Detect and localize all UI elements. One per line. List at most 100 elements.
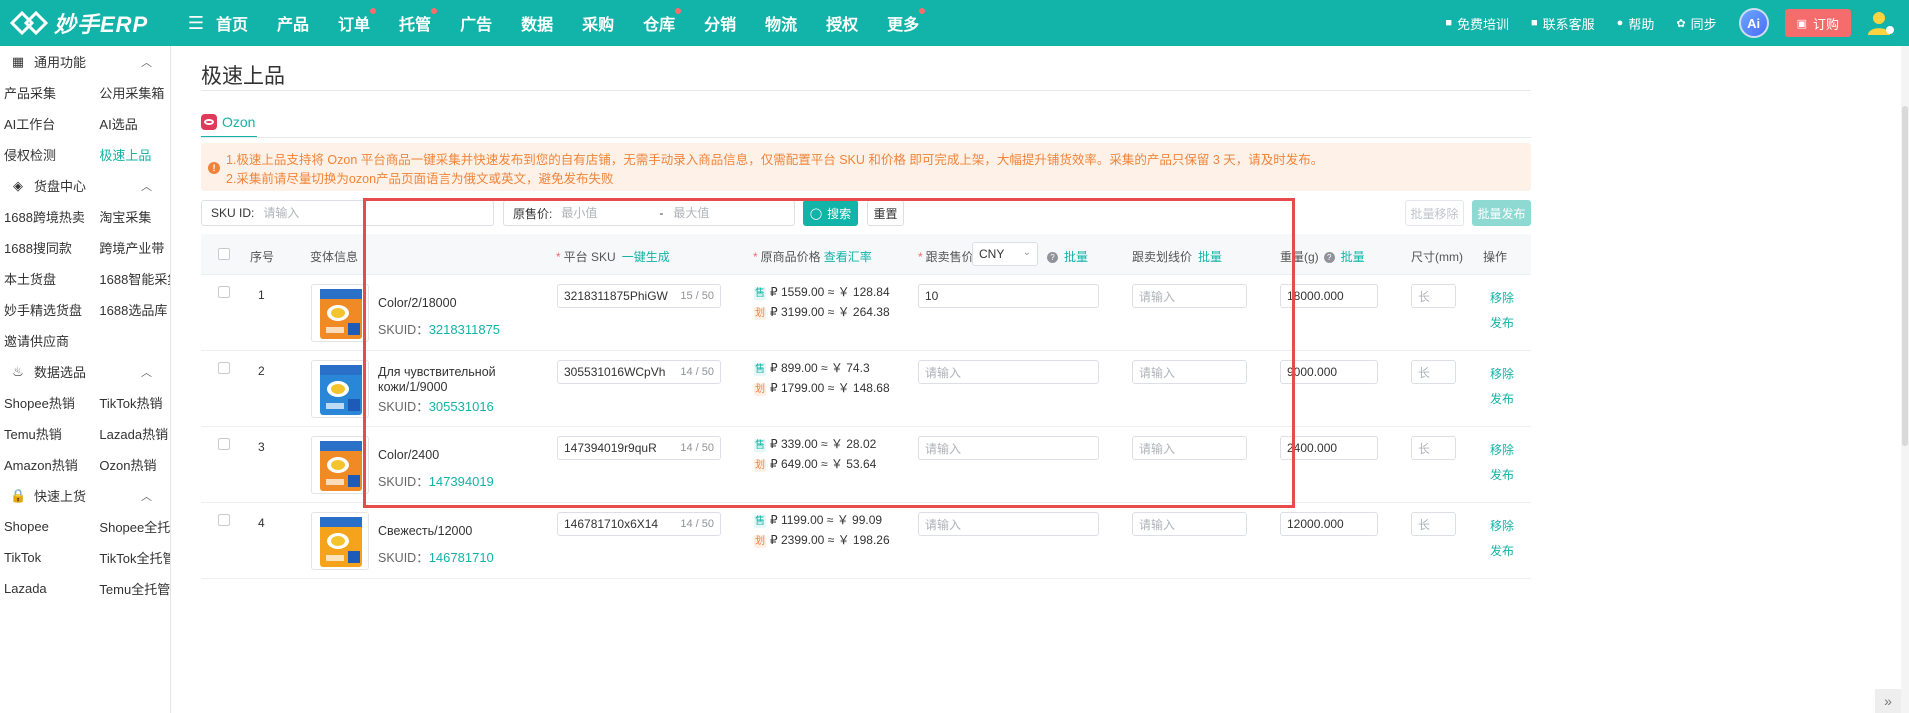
follow-price-batch-link[interactable]: 批量 <box>1064 250 1088 264</box>
sidebar-item[interactable]: 妙手精选货盘 <box>0 300 99 319</box>
remove-link[interactable]: 移除 <box>1490 441 1514 466</box>
sidebar-item[interactable]: 1688跨境热卖 <box>0 207 99 226</box>
logo[interactable]: 妙手ERP <box>0 7 178 39</box>
sidebar-item[interactable]: Temu热销 <box>0 424 99 443</box>
view-exchange-rate-link[interactable]: 查看汇率 <box>824 250 872 264</box>
size-length-input[interactable]: 长 <box>1411 284 1456 308</box>
sidebar-item[interactable]: Shopee <box>0 519 99 534</box>
follow-price-input[interactable]: 请输入 <box>918 360 1099 384</box>
max-price-input[interactable] <box>673 206 774 220</box>
strike-price-input[interactable]: 请输入 <box>1132 284 1247 308</box>
row-checkbox[interactable] <box>218 286 230 298</box>
help-link[interactable]: ● 帮助 <box>1617 14 1655 33</box>
nav-item[interactable]: 广告 <box>460 11 492 35</box>
nav-item[interactable]: 更多 <box>887 8 926 35</box>
nav-item[interactable]: 托管 <box>399 8 438 35</box>
sidebar-group-header[interactable]: ♨ 数据选品 ︿ <box>0 356 170 387</box>
sidebar-item[interactable]: TikTok全托管 <box>99 548 170 567</box>
platform-sku-input[interactable]: 146781710x6X14 14 / 50 <box>557 512 721 536</box>
skuid-value[interactable]: 3218311875 <box>429 322 500 337</box>
ai-assistant-button[interactable]: Ai <box>1738 8 1769 38</box>
platform-sku-input[interactable]: 147394019r9quR 14 / 50 <box>557 436 721 460</box>
search-button[interactable]: ◯ 搜索 <box>803 200 858 226</box>
nav-item[interactable]: 订单 <box>338 8 377 35</box>
scrollbar[interactable] <box>1901 46 1909 713</box>
sidebar-item[interactable]: 跨境产业带 <box>99 238 170 257</box>
sidebar-item[interactable]: 侵权检测 <box>0 145 99 164</box>
follow-price-input[interactable]: 请输入 <box>918 512 1099 536</box>
user-avatar-icon[interactable] <box>1865 7 1897 39</box>
tab-ozon[interactable]: Ozon <box>201 108 258 138</box>
row-checkbox[interactable] <box>218 438 230 450</box>
strike-price-input[interactable]: 请输入 <box>1132 360 1247 384</box>
sidebar-item[interactable]: 1688选品库 <box>99 300 170 319</box>
size-length-input[interactable]: 长 <box>1411 360 1456 384</box>
nav-item[interactable]: 产品 <box>277 11 309 35</box>
strike-price-input[interactable]: 请输入 <box>1132 512 1247 536</box>
publish-link[interactable]: 发布 <box>1490 542 1514 567</box>
follow-price-input[interactable]: 10 <box>918 284 1099 308</box>
weight-input[interactable]: 18000.000 <box>1280 284 1378 308</box>
strike-price-input[interactable]: 请输入 <box>1132 436 1247 460</box>
currency-select[interactable]: CNY ⌄ <box>972 242 1038 266</box>
sidebar-item[interactable]: 1688智能采集 <box>99 269 170 288</box>
sync-link[interactable]: ✿ 同步 <box>1676 14 1716 33</box>
publish-link[interactable]: 发布 <box>1490 390 1514 415</box>
row-checkbox[interactable] <box>218 362 230 374</box>
platform-sku-input[interactable]: 3218311875PhiGW 15 / 50 <box>557 284 721 308</box>
sidebar-item[interactable]: Temu全托管 <box>99 579 170 598</box>
sidebar-item[interactable]: AI工作台 <box>0 114 99 133</box>
weight-input[interactable]: 12000.000 <box>1280 512 1378 536</box>
sidebar-item[interactable]: TikTok热销 <box>99 393 170 412</box>
publish-link[interactable]: 发布 <box>1490 314 1514 339</box>
remove-link[interactable]: 移除 <box>1490 365 1514 390</box>
generate-sku-link[interactable]: 一键生成 <box>622 250 670 264</box>
reset-button[interactable]: 重置 <box>867 200 904 226</box>
follow-price-input[interactable]: 请输入 <box>918 436 1099 460</box>
batch-publish-button[interactable]: 批量发布 <box>1472 200 1531 226</box>
sidebar-item[interactable]: Lazada <box>0 581 99 596</box>
skuid-value[interactable]: 146781710 <box>429 550 494 565</box>
nav-item[interactable]: 首页 <box>216 11 248 35</box>
sidebar-item[interactable]: Ozon热销 <box>99 455 170 474</box>
sidebar-item[interactable]: Lazada热销 <box>99 424 170 443</box>
weight-input[interactable]: 9000.000 <box>1280 360 1378 384</box>
nav-item[interactable]: 物流 <box>765 11 797 35</box>
sidebar-item[interactable]: 1688搜同款 <box>0 238 99 257</box>
row-checkbox[interactable] <box>218 514 230 526</box>
nav-item[interactable]: 分销 <box>704 11 736 35</box>
remove-link[interactable]: 移除 <box>1490 517 1514 542</box>
nav-item[interactable]: 数据 <box>521 11 553 35</box>
platform-sku-input[interactable]: 305531016WCpVh 14 / 50 <box>557 360 721 384</box>
scrollbar-thumb[interactable] <box>1902 106 1908 446</box>
sidebar-item[interactable]: 产品采集 <box>0 83 99 102</box>
sidebar-group-header[interactable]: 🔒 快速上货 ︿ <box>0 480 170 511</box>
menu-toggle-icon[interactable]: ☰ <box>186 13 206 34</box>
strike-price-batch-link[interactable]: 批量 <box>1198 250 1222 264</box>
sidebar-group-header[interactable]: ▦ 通用功能 ︿ <box>0 46 170 77</box>
sidebar-item[interactable]: 公用采集箱 <box>99 83 170 102</box>
sidebar-item[interactable]: Amazon热销 <box>0 455 99 474</box>
sidebar-item[interactable]: 本土货盘 <box>0 269 99 288</box>
publish-link[interactable]: 发布 <box>1490 466 1514 491</box>
sidebar-item[interactable]: 极速上品 <box>99 145 170 164</box>
select-all-checkbox[interactable] <box>218 248 230 260</box>
sku-id-input[interactable] <box>263 206 464 220</box>
weight-batch-link[interactable]: 批量 <box>1341 250 1365 264</box>
order-button[interactable]: ▣ 订购 <box>1784 9 1851 37</box>
skuid-value[interactable]: 147394019 <box>429 474 494 489</box>
sidebar-group-header[interactable]: ◈ 货盘中心 ︿ <box>0 170 170 201</box>
sidebar-item[interactable]: 邀请供应商 <box>0 331 100 350</box>
min-price-input[interactable] <box>561 206 660 220</box>
batch-remove-button[interactable]: 批量移除 <box>1405 200 1464 226</box>
collapse-arrow-icon[interactable]: » <box>1875 689 1901 713</box>
sidebar-item[interactable]: 淘宝采集 <box>99 207 170 226</box>
skuid-value[interactable]: 305531016 <box>429 399 494 414</box>
contact-service-link[interactable]: ■ 联系客服 <box>1531 14 1595 33</box>
sidebar-item[interactable]: AI选品 <box>99 114 170 133</box>
sidebar-item[interactable]: Shopee热销 <box>0 393 99 412</box>
nav-item[interactable]: 仓库 <box>643 8 682 35</box>
free-training-link[interactable]: ■ 免费培训 <box>1445 14 1509 33</box>
size-length-input[interactable]: 长 <box>1411 512 1456 536</box>
remove-link[interactable]: 移除 <box>1490 289 1514 314</box>
